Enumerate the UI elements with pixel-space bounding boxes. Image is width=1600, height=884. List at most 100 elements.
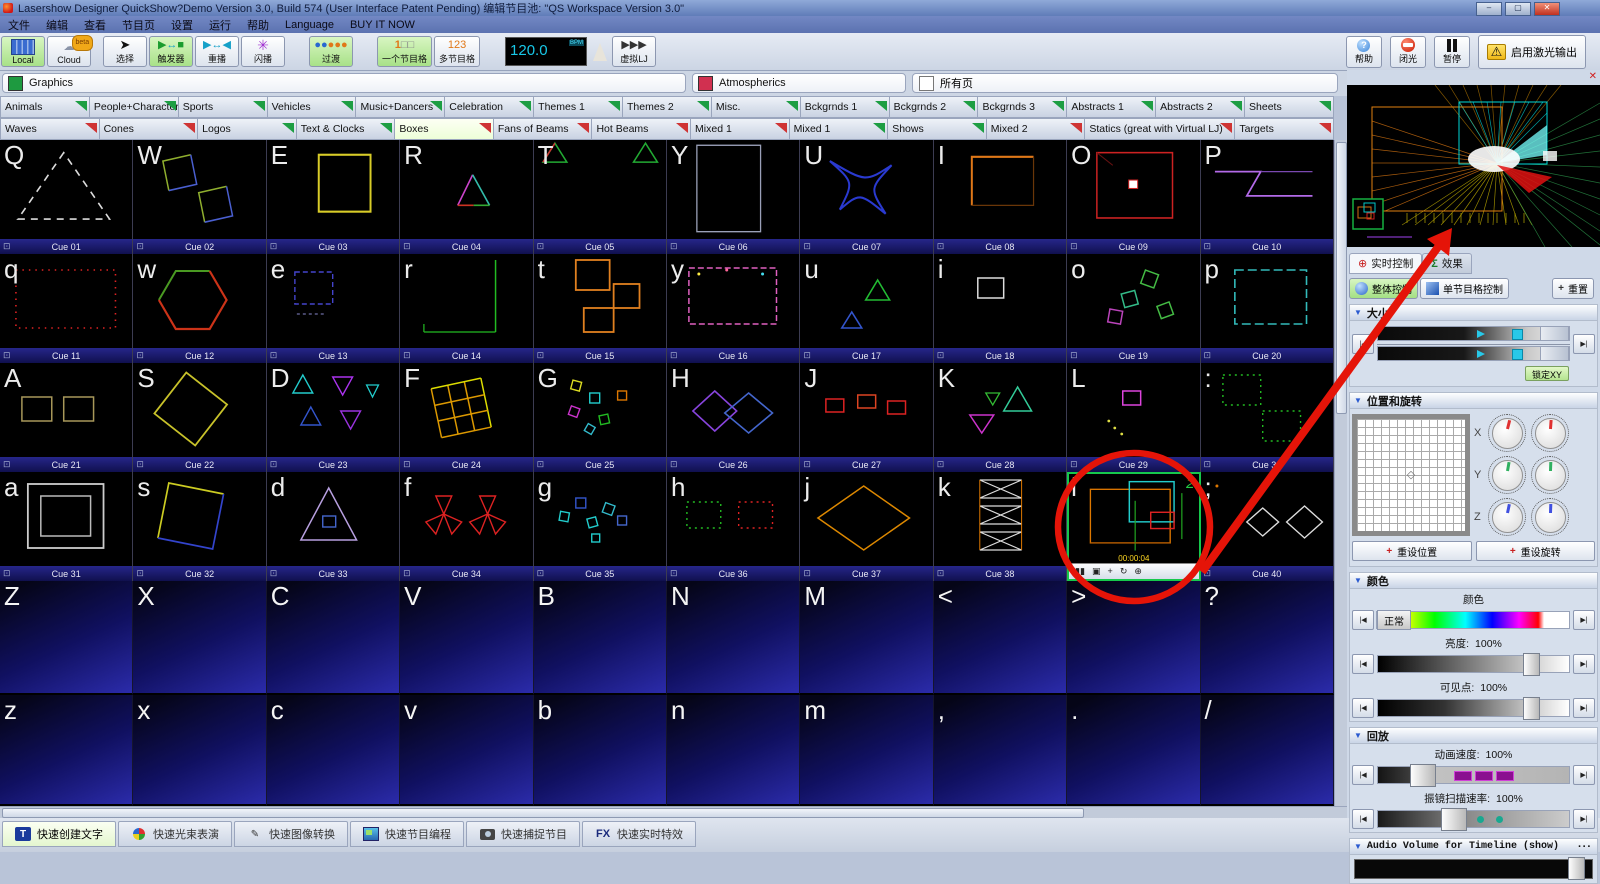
brightness-slider[interactable] xyxy=(1377,655,1570,673)
category-tab[interactable]: Bckgrnds 3 xyxy=(978,96,1067,118)
single-cell-control-button[interactable]: 单节目格控制 xyxy=(1420,278,1509,299)
category-tab[interactable]: Music+Dancers xyxy=(356,96,445,118)
slider-max-button[interactable]: ▶| xyxy=(1573,654,1595,674)
category-tab[interactable]: Mixed 1 xyxy=(691,118,790,140)
one-cue-button[interactable]: 1□□一个节目格 xyxy=(377,36,432,67)
menu-item[interactable]: 设置 xyxy=(163,17,201,33)
page-tab-atmospherics[interactable]: Atmospherics xyxy=(692,73,906,93)
cloud-button[interactable]: ☁betaCloud xyxy=(47,36,91,67)
slider-min-button[interactable]: |◀ xyxy=(1352,610,1374,630)
slider-min-button[interactable]: |◀ xyxy=(1352,334,1374,354)
metronome-icon[interactable] xyxy=(593,43,607,61)
slider-thumb[interactable] xyxy=(1523,653,1540,676)
slider-thumb[interactable] xyxy=(1523,697,1540,720)
help-button[interactable]: ?帮助 xyxy=(1346,36,1382,68)
pause-button[interactable]: 暂停 xyxy=(1434,36,1470,68)
bottom-tab-quick-text[interactable]: T快速创建文字 xyxy=(2,821,116,847)
cue-cell[interactable]: K⊡Cue 28 xyxy=(934,363,1067,472)
vertical-scrollbar[interactable] xyxy=(1334,140,1348,806)
category-tab[interactable]: Mixed 1 xyxy=(790,118,889,140)
move-icon[interactable]: + xyxy=(1108,565,1113,578)
cue-cell[interactable]: Q⊡Cue 01 xyxy=(0,140,133,254)
menu-item[interactable]: 帮助 xyxy=(239,17,277,33)
close-button[interactable]: ✕ xyxy=(1534,2,1560,16)
category-tab[interactable]: Boxes xyxy=(395,118,494,140)
empty-cue-cell[interactable]: , xyxy=(934,695,1067,806)
cue-cell[interactable]: l200:00:04▮▮▣+↻⊕ xyxy=(1067,472,1200,581)
scrollbar-thumb[interactable] xyxy=(2,808,1084,818)
cue-cell[interactable]: L⊡Cue 29 xyxy=(1067,363,1200,472)
preview-thumbnail[interactable] xyxy=(1353,199,1383,229)
slider-thumb[interactable] xyxy=(1410,764,1436,787)
category-tab[interactable]: Vehicles xyxy=(268,96,357,118)
category-tab[interactable]: Fans of Beams xyxy=(494,118,593,140)
slider-max-button[interactable]: ▶| xyxy=(1573,765,1595,785)
cue-cell[interactable]: ;⊡Cue 40 xyxy=(1201,472,1334,581)
scan-rate-slider[interactable] xyxy=(1377,810,1570,828)
category-tab[interactable]: Themes 1 xyxy=(534,96,623,118)
bottom-tab-quick-timeline[interactable]: 快速节目编程 xyxy=(350,821,464,847)
z-fine-knob[interactable] xyxy=(1531,498,1569,536)
empty-cue-cell[interactable]: N xyxy=(667,581,800,695)
all-pages-checkbox[interactable] xyxy=(919,76,934,91)
flash-button[interactable]: ✳闪播 xyxy=(241,36,285,67)
bpm-display[interactable]: 120.0 BPM xyxy=(505,37,587,66)
cue-cell[interactable]: r⊡Cue 14 xyxy=(400,254,533,363)
reset-button[interactable]: +重置 xyxy=(1552,278,1594,299)
category-tab[interactable]: Sheets xyxy=(1245,96,1334,118)
multi-cue-button[interactable]: 123多节目格 xyxy=(434,36,480,67)
slider-min-button[interactable]: |◀ xyxy=(1352,654,1374,674)
slider-handle[interactable] xyxy=(1512,349,1523,360)
menu-item[interactable]: 查看 xyxy=(76,17,114,33)
empty-cue-cell[interactable]: X xyxy=(133,581,266,695)
category-tab[interactable]: Themes 2 xyxy=(623,96,712,118)
cue-cell[interactable]: H⊡Cue 26 xyxy=(667,363,800,472)
category-tab[interactable]: Targets xyxy=(1235,118,1334,140)
cue-cell[interactable]: U⊡Cue 07 xyxy=(800,140,933,254)
menu-item[interactable]: Language xyxy=(277,19,342,31)
slider-max-button[interactable]: ▶| xyxy=(1573,809,1595,829)
category-tab[interactable]: Cones xyxy=(100,118,199,140)
slider-max-button[interactable]: ▶| xyxy=(1573,610,1595,630)
center-icon[interactable]: ⊕ xyxy=(1134,565,1142,578)
empty-cue-cell[interactable]: Z xyxy=(0,581,133,695)
y-fine-knob[interactable] xyxy=(1531,456,1569,494)
cue-cell[interactable]: a⊡Cue 31 xyxy=(0,472,133,581)
empty-cue-cell[interactable]: C xyxy=(267,581,400,695)
cue-cell[interactable]: T⊡Cue 05 xyxy=(534,140,667,254)
slider-thumb[interactable] xyxy=(1441,808,1467,831)
cue-cell[interactable]: i⊡Cue 18 xyxy=(934,254,1067,363)
empty-cue-cell[interactable]: v xyxy=(400,695,533,806)
category-tab[interactable]: Abstracts 1 xyxy=(1067,96,1156,118)
menu-item[interactable]: BUY IT NOW xyxy=(342,19,423,31)
size-section-header[interactable]: ▼大小 xyxy=(1350,305,1597,321)
category-tab[interactable]: Animals xyxy=(0,96,90,118)
restart-button[interactable]: ▶↔◀重播 xyxy=(195,36,239,67)
cue-cell[interactable]: G⊡Cue 25 xyxy=(534,363,667,472)
transition-button[interactable]: ●●●●●过渡 xyxy=(309,36,353,67)
trigger-button[interactable]: ▶↔■触发器 xyxy=(149,36,193,67)
empty-cue-cell[interactable]: b xyxy=(534,695,667,806)
bottom-tab-quick-fx[interactable]: FX快速实时特效 xyxy=(582,821,696,847)
playback-section-header[interactable]: ▼回放 xyxy=(1350,728,1597,744)
cue-cell[interactable]: y⊡Cue 16 xyxy=(667,254,800,363)
cue-cell[interactable]: I⊡Cue 08 xyxy=(934,140,1067,254)
cue-cell[interactable]: t⊡Cue 15 xyxy=(534,254,667,363)
tab-effects[interactable]: Σ效果 xyxy=(1422,253,1472,274)
cue-cell[interactable]: :⊡Cue 30 xyxy=(1201,363,1334,472)
position-pad[interactable]: ◇ xyxy=(1352,414,1470,536)
cue-cell[interactable]: R⊡Cue 04 xyxy=(400,140,533,254)
x-position-knob[interactable] xyxy=(1488,414,1526,452)
menu-item[interactable]: 节目页 xyxy=(114,17,163,33)
page-tab-graphics[interactable]: Graphics xyxy=(2,73,686,93)
cue-cell[interactable]: W⊡Cue 02 xyxy=(133,140,266,254)
empty-cue-cell[interactable]: z xyxy=(0,695,133,806)
category-tab[interactable]: Text & Clocks xyxy=(297,118,396,140)
menu-item[interactable]: 文件 xyxy=(0,17,38,33)
empty-cue-cell[interactable]: B xyxy=(534,581,667,695)
empty-cue-cell[interactable]: / xyxy=(1201,695,1334,806)
animation-speed-slider[interactable] xyxy=(1377,766,1570,784)
empty-cue-cell[interactable]: . xyxy=(1067,695,1200,806)
category-tab[interactable]: Statics (great with Virtual LJ) xyxy=(1085,118,1235,140)
category-tab[interactable]: Logos xyxy=(198,118,297,140)
